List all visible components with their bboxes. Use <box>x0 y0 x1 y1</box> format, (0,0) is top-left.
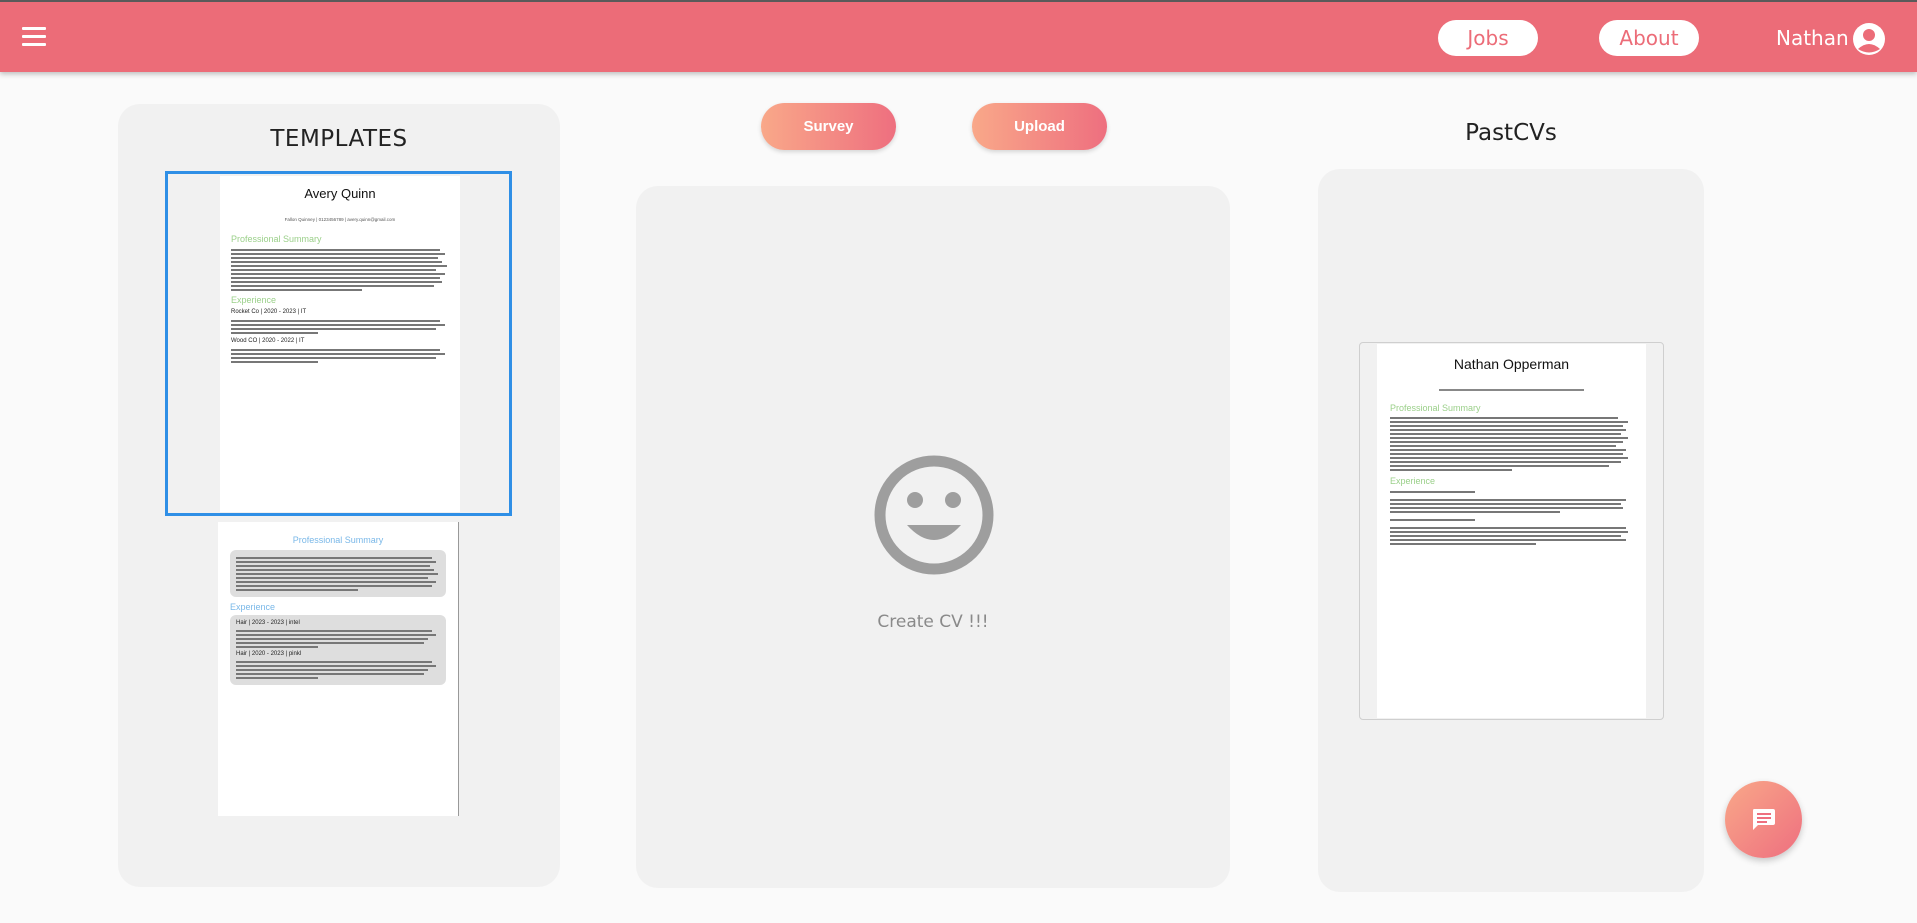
cv-job-entry: Rocket Co | 2020 - 2023 | IT <box>231 309 307 315</box>
cv-experience-heading: Experience <box>1390 476 1436 486</box>
chat-bubble-icon <box>1753 809 1775 830</box>
account-circle-icon[interactable] <box>1852 22 1886 56</box>
user-name[interactable]: Nathan <box>1776 26 1849 50</box>
about-button[interactable]: About <box>1599 20 1699 56</box>
cv-experience-heading: Experience <box>231 295 277 305</box>
jobs-button[interactable]: Jobs <box>1438 20 1538 56</box>
past-cvs-title: PastCVs <box>1465 120 1557 146</box>
cv-summary-text <box>231 249 449 291</box>
survey-button[interactable]: Survey <box>761 103 896 150</box>
create-cv-label: Create CV !!! <box>877 612 989 632</box>
template-card-selected[interactable]: Avery Quinn Fallon Quinney | 0123456789 … <box>165 171 512 516</box>
cv-summary-heading: Professional Summary <box>1390 403 1481 413</box>
cv-experience-heading: Experience <box>230 602 276 612</box>
cv-job-entry: Wood CO | 2020 - 2022 | IT <box>231 338 305 344</box>
cv-job-entry: Hair | 2023 - 2023 | intel <box>236 620 300 626</box>
cv-experience-block: Hair | 2023 - 2023 | intel Hair | 2020 -… <box>230 615 446 685</box>
cv-contact <box>1438 389 1585 391</box>
cv-experience-text <box>1390 491 1633 545</box>
cv-summary-block <box>230 550 446 597</box>
smiley-face-icon <box>874 455 994 575</box>
menu-icon[interactable] <box>22 27 46 47</box>
cv-contact: Fallon Quinney | 0123456789 | avery.quin… <box>284 217 396 222</box>
cv-job-entry: Hair | 2020 - 2023 | pinkl <box>236 651 302 657</box>
past-cv-card[interactable]: Nathan Opperman Professional Summary Exp… <box>1359 342 1664 720</box>
chat-button[interactable] <box>1725 781 1802 858</box>
upload-button[interactable]: Upload <box>972 103 1107 150</box>
cv-name: Nathan Opperman <box>1453 356 1570 372</box>
cv-summary-heading: Professional Summary <box>231 234 322 244</box>
past-cv-preview: Nathan Opperman Professional Summary Exp… <box>1377 344 1646 718</box>
cv-job-description <box>231 320 449 334</box>
cv-summary-heading: Professional Summary <box>292 535 384 545</box>
templates-title: TEMPLATES <box>270 126 408 152</box>
cv-name: Avery Quinn <box>304 186 376 201</box>
top-app-bar: Jobs About Nathan <box>0 0 1917 72</box>
cv-summary-text <box>1390 417 1633 471</box>
template-preview-2[interactable]: Professional Summary Experience Hair | 2… <box>218 522 459 816</box>
cv-job-description <box>231 349 449 363</box>
template-preview-1: Avery Quinn Fallon Quinney | 0123456789 … <box>220 176 460 512</box>
